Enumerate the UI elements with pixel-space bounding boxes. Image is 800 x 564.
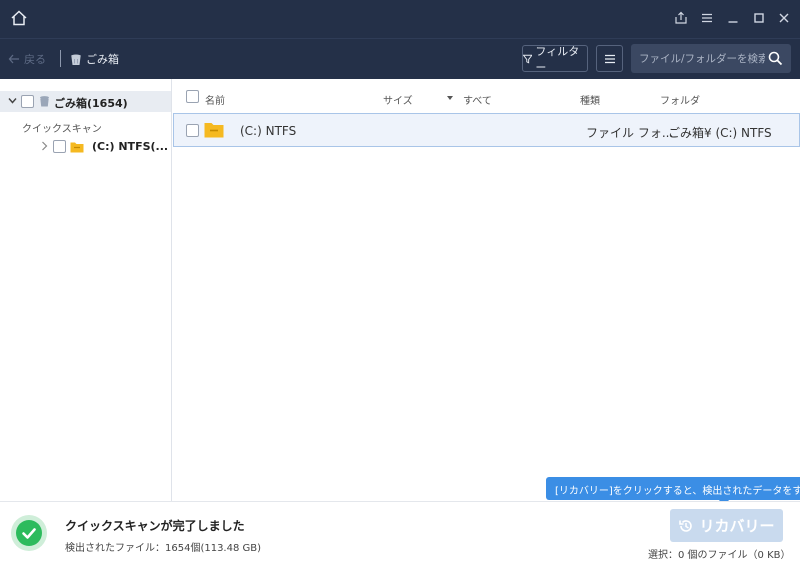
filter-icon (523, 54, 533, 64)
search-icon[interactable] (768, 51, 783, 66)
arrow-left-icon (8, 54, 19, 64)
tree-child-checkbox[interactable] (53, 140, 66, 153)
home-icon[interactable] (10, 9, 28, 27)
history-icon (679, 519, 693, 532)
check-circle-icon (11, 515, 47, 551)
column-header-type[interactable]: 種類 (580, 92, 600, 107)
table-header: 名前 サイズ すべて 種類 フォルダ (173, 79, 800, 110)
table-row[interactable]: (C:) NTFS ファイル フォ... ごみ箱¥ (C:) NTFS (173, 113, 800, 147)
list-icon (604, 54, 615, 63)
found-files-summary: 検出されたファイル：1654個(113.48 GB) (65, 543, 262, 554)
tree-item-c-drive[interactable]: (C:) NTFS(... (0, 138, 171, 156)
title-bar (0, 0, 800, 38)
column-header-size[interactable]: サイズ (383, 92, 413, 107)
breadcrumb-label: ごみ箱 (86, 53, 119, 66)
row-type: ファイル フォ... (586, 126, 674, 140)
column-header-all[interactable]: すべて (463, 92, 492, 107)
row-folder: ごみ箱¥ (C:) NTFS (668, 126, 772, 140)
menu-icon[interactable] (700, 11, 714, 25)
minimize-icon[interactable] (726, 11, 740, 25)
selection-info: 選択：0 個のファイル（0 KB） (648, 550, 791, 561)
select-all-checkbox[interactable] (186, 90, 199, 103)
tree-panel: ごみ箱(1654) クイックスキャン (C:) NTFS(... (0, 79, 172, 501)
tree-category-label: クイックスキャン (22, 124, 102, 135)
row-checkbox[interactable] (186, 124, 199, 137)
search-box (631, 44, 791, 73)
toolbar: 戻る ごみ箱 フィルター (0, 38, 800, 79)
folder-icon (204, 123, 224, 138)
tree-item-recycle-bin[interactable]: ごみ箱(1654) (0, 91, 171, 112)
folder-icon (70, 142, 84, 153)
share-icon[interactable] (674, 11, 688, 25)
breadcrumb: ごみ箱 (70, 51, 119, 67)
file-list-panel: 名前 サイズ すべて 種類 フォルダ (C:) NTFS ファイル フォ... … (173, 79, 800, 501)
close-icon[interactable] (777, 11, 791, 25)
status-bar: クイックスキャンが完了しました 検出されたファイル：1654個(113.48 G… (0, 501, 800, 564)
recover-tooltip: [リカバリー]をクリックすると、検出されたデータをすぐ (546, 477, 800, 500)
checkmark-icon (22, 528, 36, 539)
column-header-folder[interactable]: フォルダ (660, 92, 700, 107)
maximize-icon[interactable] (752, 11, 766, 25)
tree-root-label: ごみ箱(1654) (54, 97, 128, 110)
tree-root-checkbox[interactable] (21, 95, 34, 108)
sort-arrow-icon[interactable] (447, 96, 453, 100)
recover-button[interactable]: リカバリー (670, 509, 783, 542)
trash-icon (71, 54, 81, 65)
chevron-right-icon[interactable] (41, 141, 48, 151)
scan-complete-title: クイックスキャンが完了しました (65, 519, 245, 533)
filter-label: フィルター (535, 44, 580, 74)
tree-child-label: (C:) NTFS(... (92, 140, 169, 153)
trash-icon (40, 96, 49, 107)
back-button[interactable]: 戻る (8, 51, 46, 67)
search-input[interactable] (639, 50, 765, 67)
back-label: 戻る (24, 53, 46, 66)
row-name: (C:) NTFS (240, 124, 297, 138)
view-menu-button[interactable] (596, 45, 623, 72)
toolbar-divider (60, 50, 61, 67)
chevron-down-icon[interactable] (8, 96, 17, 105)
filter-button[interactable]: フィルター (522, 44, 588, 74)
recover-label: リカバリー (699, 517, 775, 535)
column-header-name[interactable]: 名前 (205, 92, 225, 107)
